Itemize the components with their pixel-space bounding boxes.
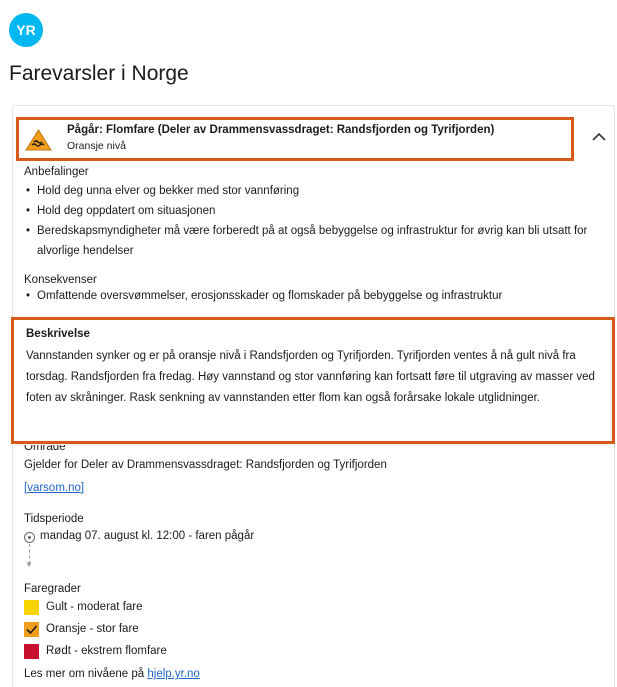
help-link[interactable]: hjelp.yr.no: [147, 668, 199, 680]
area-text: Gjelder for Deler av Drammensvassdraget:…: [24, 459, 387, 471]
warning-title: Pågår: Flomfare (Deler av Drammensvassdr…: [67, 124, 495, 136]
flood-warning-triangle-icon: [25, 129, 52, 151]
list-item: Omfattende oversvømmelser, erosjonsskade…: [24, 289, 608, 303]
level-label: Rødt - ekstrem flomfare: [46, 645, 167, 657]
list-item: Beredskapsmyndigheter må være forberedt …: [24, 221, 608, 261]
levels-heading: Faregrader: [24, 583, 81, 595]
timeline-dot-icon: [24, 532, 35, 543]
yr-logo-icon: YR: [16, 22, 35, 38]
consequences-heading: Konsekvenser: [24, 274, 97, 286]
more-prefix: Les mer om nivåene på: [24, 668, 148, 680]
svg-text:YR: YR: [16, 22, 35, 38]
yr-logo[interactable]: YR: [9, 13, 43, 47]
level-label: Gult - moderat fare: [46, 601, 143, 613]
consequences-list: Omfattende oversvømmelser, erosjonsskade…: [24, 289, 608, 303]
period-start: mandag 07. august kl. 12:00 - faren pågå…: [40, 530, 255, 542]
timeline-arrow-down-icon: ▼: [25, 560, 33, 569]
period-heading: Tidsperiode: [24, 513, 84, 525]
red-swatch-icon: [24, 644, 39, 659]
description-heading: Beskrivelse: [26, 328, 90, 340]
recommendations-list: Hold deg unna elver og bekker med stor v…: [24, 181, 608, 261]
list-item: Hold deg unna elver og bekker med stor v…: [24, 181, 608, 201]
recommendations-heading: Anbefalinger: [24, 166, 89, 178]
orange-checked-swatch-icon: [24, 622, 39, 637]
description-section: Beskrivelse Vannstanden synker og er på …: [11, 317, 615, 444]
page-title: Farevarsler i Norge: [9, 62, 189, 85]
list-item: Hold deg oppdatert om situasjonen: [24, 201, 608, 221]
area-heading: Område: [24, 445, 66, 453]
yellow-swatch-icon: [24, 600, 39, 615]
level-label: Oransje - stor fare: [46, 623, 139, 635]
levels-more-info: Les mer om nivåene på hjelp.yr.no: [24, 668, 200, 680]
varsom-link[interactable]: [varsom.no]: [24, 482, 84, 494]
warning-level: Oransje nivå: [67, 140, 126, 152]
description-text: Vannstanden synker og er på oransje nivå…: [26, 350, 595, 404]
collapse-chevron-up-icon[interactable]: [588, 128, 610, 146]
warning-header[interactable]: Pågår: Flomfare (Deler av Drammensvassdr…: [16, 117, 574, 161]
